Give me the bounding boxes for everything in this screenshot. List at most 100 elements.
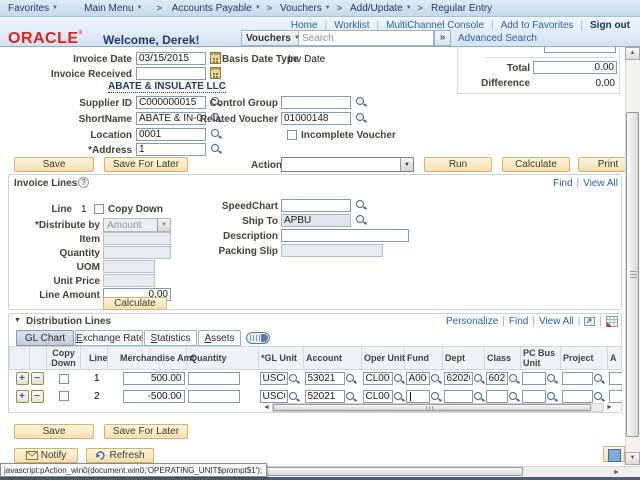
- grid-scroll-left-icon[interactable]: ◄: [263, 403, 270, 412]
- copy-down-checkbox[interactable]: [59, 391, 69, 401]
- tab-assets[interactable]: Assets: [198, 330, 241, 346]
- class-field[interactable]: [486, 372, 508, 385]
- delete-row-button[interactable]: [31, 390, 44, 403]
- show-all-columns-icon[interactable]: [246, 332, 270, 344]
- save-for-later-button[interactable]: Save For Later: [104, 424, 188, 439]
- gl-unit-field[interactable]: [260, 390, 288, 403]
- save-button[interactable]: Save: [14, 157, 94, 172]
- view-all-link[interactable]: View All: [539, 316, 574, 327]
- description-field[interactable]: [281, 229, 409, 242]
- partial-field[interactable]: [609, 390, 622, 403]
- search-input[interactable]: [298, 30, 434, 46]
- run-button[interactable]: Run: [424, 157, 492, 172]
- invoice-date-field[interactable]: [136, 52, 206, 65]
- lookup-icon[interactable]: [210, 143, 222, 155]
- page-vertical-scrollbar-thumb[interactable]: [626, 112, 639, 437]
- lookup-icon[interactable]: [355, 199, 367, 211]
- lookup-icon[interactable]: [355, 214, 367, 226]
- fund-field[interactable]: [406, 372, 430, 385]
- incomplete-voucher-checkbox[interactable]: [287, 130, 297, 140]
- lookup-icon[interactable]: [593, 373, 605, 385]
- project-field[interactable]: [562, 372, 593, 385]
- lookup-icon[interactable]: [393, 391, 405, 403]
- grid-scrollbar-thumb[interactable]: [273, 404, 591, 411]
- address-field[interactable]: [136, 143, 206, 156]
- popup-window-icon[interactable]: [584, 317, 595, 326]
- dept-field[interactable]: [444, 390, 473, 403]
- view-all-link[interactable]: View All: [583, 178, 618, 189]
- refresh-button[interactable]: Refresh: [86, 448, 154, 463]
- lookup-icon[interactable]: [546, 373, 558, 385]
- scroll-up-icon[interactable]: ▲: [625, 47, 640, 60]
- search-go-button[interactable]: »: [434, 30, 451, 46]
- lookup-icon[interactable]: [546, 391, 558, 403]
- tab-statistics[interactable]: Statistics: [144, 330, 197, 346]
- lookup-icon[interactable]: [393, 373, 405, 385]
- tab-gl-chart[interactable]: GL Chart: [16, 330, 74, 346]
- lookup-icon[interactable]: [288, 391, 300, 403]
- lookup-icon[interactable]: [593, 391, 605, 403]
- account-field[interactable]: [305, 372, 345, 385]
- project-field[interactable]: [562, 390, 593, 403]
- lookup-icon[interactable]: [345, 373, 357, 385]
- supplier-id-field[interactable]: [136, 96, 206, 109]
- breadcrumb-accounts-payable[interactable]: Accounts Payable▼: [172, 3, 261, 14]
- copy-down-checkbox[interactable]: [59, 374, 69, 384]
- gl-unit-field[interactable]: [260, 372, 288, 385]
- grid-scroll-right-icon[interactable]: ►: [606, 403, 613, 412]
- invoice-received-field[interactable]: [136, 67, 206, 80]
- search-scope-dropdown[interactable]: Vouchers▼: [241, 30, 299, 46]
- oper-unit-field[interactable]: [363, 390, 393, 403]
- class-field[interactable]: [486, 390, 508, 403]
- add-row-button[interactable]: [16, 390, 29, 403]
- sign-out-link[interactable]: Sign out: [590, 20, 630, 31]
- grid-corner-button[interactable]: [603, 446, 625, 462]
- lookup-icon[interactable]: [430, 391, 442, 403]
- control-group-field[interactable]: [281, 96, 351, 109]
- lookup-icon[interactable]: [430, 373, 442, 385]
- oper-unit-field[interactable]: [363, 372, 393, 385]
- lookup-icon[interactable]: [473, 391, 485, 403]
- breadcrumb-main-menu[interactable]: Main Menu▼: [84, 3, 142, 14]
- supplier-name-link[interactable]: ABATE & INSULATE LLC: [108, 81, 226, 93]
- ship-to-field[interactable]: [281, 214, 351, 227]
- action-select[interactable]: ▼: [281, 157, 414, 172]
- advanced-search-link[interactable]: Advanced Search: [458, 33, 537, 44]
- help-icon[interactable]: ?: [78, 177, 89, 188]
- lookup-icon[interactable]: [508, 391, 520, 403]
- tab-exchange-rate[interactable]: Exchange Rate: [75, 330, 143, 346]
- notify-button[interactable]: Notify: [14, 448, 78, 463]
- location-field[interactable]: [136, 128, 206, 141]
- calendar-icon[interactable]: [210, 52, 221, 64]
- partial-field[interactable]: [609, 372, 622, 385]
- merchandise-amt-field[interactable]: [123, 390, 185, 403]
- quantity-field[interactable]: [188, 390, 240, 403]
- related-voucher-field[interactable]: [281, 112, 351, 125]
- copy-down-checkbox[interactable]: [94, 204, 104, 214]
- lookup-icon[interactable]: [345, 391, 357, 403]
- lookup-icon[interactable]: [355, 112, 367, 124]
- lookup-icon[interactable]: [288, 373, 300, 385]
- pc-bus-unit-field[interactable]: [522, 390, 546, 403]
- lookup-icon[interactable]: [473, 373, 485, 385]
- scroll-down-icon[interactable]: ▼: [625, 452, 640, 465]
- scroll-right-icon[interactable]: ►: [613, 468, 620, 477]
- calendar-icon[interactable]: [210, 67, 221, 79]
- find-link[interactable]: Find: [553, 178, 572, 189]
- speedchart-field[interactable]: [281, 199, 351, 212]
- pc-bus-unit-field[interactable]: [522, 372, 546, 385]
- dept-field[interactable]: [444, 372, 473, 385]
- collapse-triangle-icon[interactable]: ▼: [14, 317, 21, 324]
- calculate-button[interactable]: Calculate: [502, 157, 570, 172]
- account-field[interactable]: [305, 390, 345, 403]
- breadcrumb-favorites[interactable]: Favorites▼: [8, 3, 58, 14]
- download-to-excel-icon[interactable]: [606, 316, 618, 327]
- merchandise-amt-field[interactable]: [123, 372, 185, 385]
- line-calculate-button[interactable]: Calculate: [103, 297, 167, 310]
- delete-row-button[interactable]: [31, 372, 44, 385]
- find-link[interactable]: Find: [509, 316, 528, 327]
- add-row-button[interactable]: [16, 372, 29, 385]
- save-button[interactable]: Save: [14, 424, 94, 439]
- save-for-later-button[interactable]: Save For Later: [104, 157, 188, 172]
- add-to-favorites-link[interactable]: Add to Favorites: [501, 20, 574, 31]
